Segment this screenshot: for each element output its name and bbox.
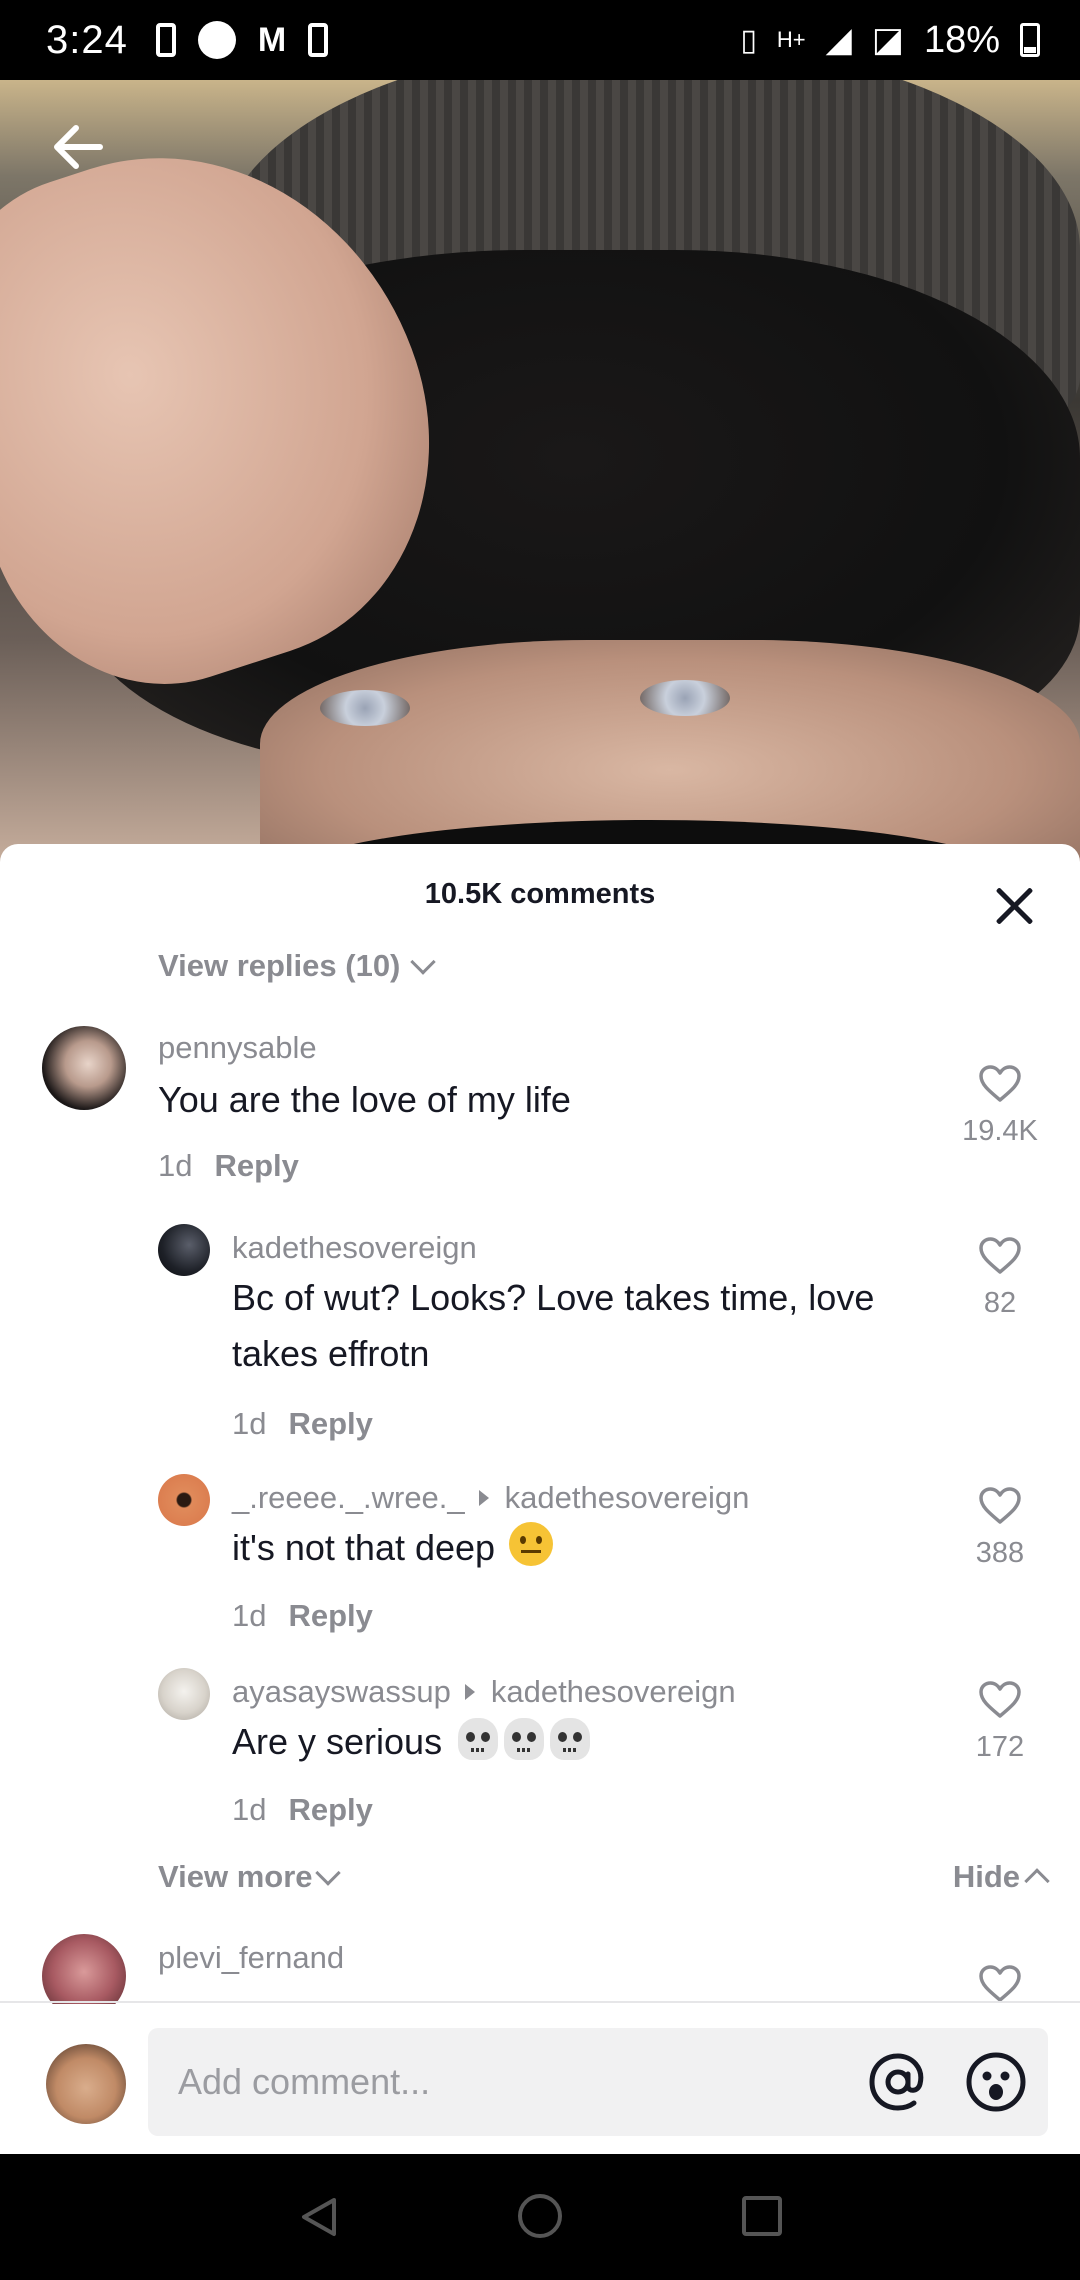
like-count: 82 <box>983 1287 1017 1319</box>
battery-icon <box>1020 23 1040 57</box>
sheet-header: 10.5K comments <box>0 844 1080 954</box>
heart-icon <box>979 1237 1021 1274</box>
comment-meta: 1d Reply <box>232 1406 373 1442</box>
view-more-label: View more <box>158 1859 313 1894</box>
emoji-icon[interactable] <box>964 2050 1028 2114</box>
comment-meta: 1d Reply <box>232 1598 373 1634</box>
gmail-icon: M <box>257 20 287 59</box>
like-count: 19.4K <box>962 1115 1038 1147</box>
reply-button[interactable]: Reply <box>288 1792 372 1827</box>
like-button[interactable]: 172 <box>950 1680 1050 1764</box>
neutral-face-emoji-icon <box>509 1522 554 1566</box>
like-button[interactable]: 19.4K <box>950 1064 1050 1148</box>
reply-button[interactable]: Reply <box>288 1406 372 1441</box>
chevron-down-icon <box>410 949 437 975</box>
back-button[interactable] <box>50 122 110 172</box>
signal-icon: ◢ <box>825 21 852 59</box>
composer-divider <box>0 2001 1080 2003</box>
skull-emoji-icon <box>458 1718 499 1760</box>
view-more-replies-button[interactable]: View more <box>158 1859 341 1895</box>
comments-sheet: 10.5K comments View replies (10) pennysa… <box>0 844 1080 2154</box>
heart-icon <box>979 1681 1021 1718</box>
comment-input[interactable] <box>178 2028 838 2136</box>
phone-icon <box>308 23 329 57</box>
video-background <box>0 80 1080 880</box>
reply-to-arrow-icon <box>464 1684 475 1700</box>
comment-text: Are y serious <box>232 1714 932 1770</box>
view-replies-label: View replies (10) <box>158 948 401 983</box>
comment-username[interactable]: pennysable <box>158 1030 317 1066</box>
reply-author[interactable]: _.reeee._.wree._ <box>232 1480 465 1516</box>
heart-icon <box>979 1965 1021 2002</box>
reply-button[interactable]: Reply <box>288 1598 372 1633</box>
comment-composer <box>0 2004 1080 2154</box>
comment-meta: 1d Reply <box>158 1148 299 1184</box>
comment-age: 1d <box>232 1792 267 1827</box>
comment-text: You are the love of my life <box>158 1079 571 1120</box>
hide-replies-button[interactable]: Hide <box>952 1859 1050 1895</box>
comment-age: 1d <box>232 1598 267 1633</box>
reply-author[interactable]: ayasayswassup <box>232 1674 451 1710</box>
status-time: 3:24 <box>46 17 128 62</box>
comment-age: 1d <box>232 1406 267 1441</box>
vibrate-icon: ▯ <box>740 23 757 57</box>
comment-text-body: it's not that deep <box>232 1527 496 1568</box>
avatar[interactable] <box>158 1668 210 1720</box>
comment-text-body: Are y serious <box>232 1721 443 1762</box>
close-icon[interactable] <box>992 884 1036 928</box>
comment-username[interactable]: _.reeee._.wree._ kadethesovereign <box>232 1480 749 1516</box>
comment-meta: 1d Reply <box>232 1792 373 1828</box>
comment-text: it's not that deep <box>232 1520 932 1576</box>
reply-to-arrow-icon <box>478 1490 489 1506</box>
comment-text: Bc of wut? Looks? Love takes time, love … <box>232 1277 875 1374</box>
battery-saver-icon <box>155 23 176 57</box>
avatar[interactable] <box>158 1224 210 1276</box>
comment-username[interactable]: ayasayswassup kadethesovereign <box>232 1674 736 1710</box>
video-eye-right <box>640 680 730 716</box>
comments-count-title: 10.5K comments <box>424 878 656 910</box>
chevron-down-icon <box>314 1860 341 1886</box>
notification-icons: M <box>155 20 329 60</box>
system-icons: ▯ H+ ◢ ◪ 18% <box>740 19 1040 62</box>
comment-username[interactable]: plevi_fernand <box>158 1940 344 1976</box>
skull-emoji-icon <box>550 1718 591 1760</box>
heart-icon <box>979 1065 1021 1102</box>
avatar[interactable] <box>158 1474 210 1526</box>
like-count: 388 <box>975 1537 1025 1569</box>
like-button[interactable]: 388 <box>950 1486 1050 1570</box>
circle-notification-icon <box>197 21 236 59</box>
nav-home-icon[interactable] <box>518 2194 562 2238</box>
reply-button[interactable]: Reply <box>214 1148 298 1183</box>
like-count: 172 <box>975 1731 1025 1763</box>
comment-age: 1d <box>158 1148 193 1183</box>
nav-back-icon[interactable] <box>296 2194 342 2240</box>
nav-recents-icon[interactable] <box>742 2196 782 2236</box>
system-navigation-bar <box>0 2154 1080 2280</box>
current-user-avatar <box>46 2044 126 2124</box>
reply-to-username[interactable]: kadethesovereign <box>491 1674 736 1710</box>
status-bar: 3:24 M ▯ H+ ◢ ◪ 18% <box>0 0 1080 80</box>
no-sim-icon: ◪ <box>871 21 904 59</box>
at-icon[interactable] <box>866 2050 930 2114</box>
comment-username[interactable]: kadethesovereign <box>232 1230 477 1266</box>
chevron-up-icon <box>1024 1868 1050 1894</box>
view-replies-button[interactable]: View replies (10) <box>158 948 437 984</box>
comment-input-box[interactable] <box>148 2028 1048 2136</box>
video-eye-left <box>320 690 410 726</box>
skull-emoji-icon <box>504 1718 545 1760</box>
heart-icon <box>979 1487 1021 1524</box>
like-button[interactable]: 82 <box>950 1236 1050 1320</box>
hide-label: Hide <box>952 1859 1020 1894</box>
battery-percent: 18% <box>923 18 1000 61</box>
reply-to-username[interactable]: kadethesovereign <box>505 1480 750 1516</box>
back-arrow-icon <box>54 125 103 169</box>
network-type-icon: H+ <box>776 27 806 52</box>
avatar[interactable] <box>42 1026 126 1110</box>
